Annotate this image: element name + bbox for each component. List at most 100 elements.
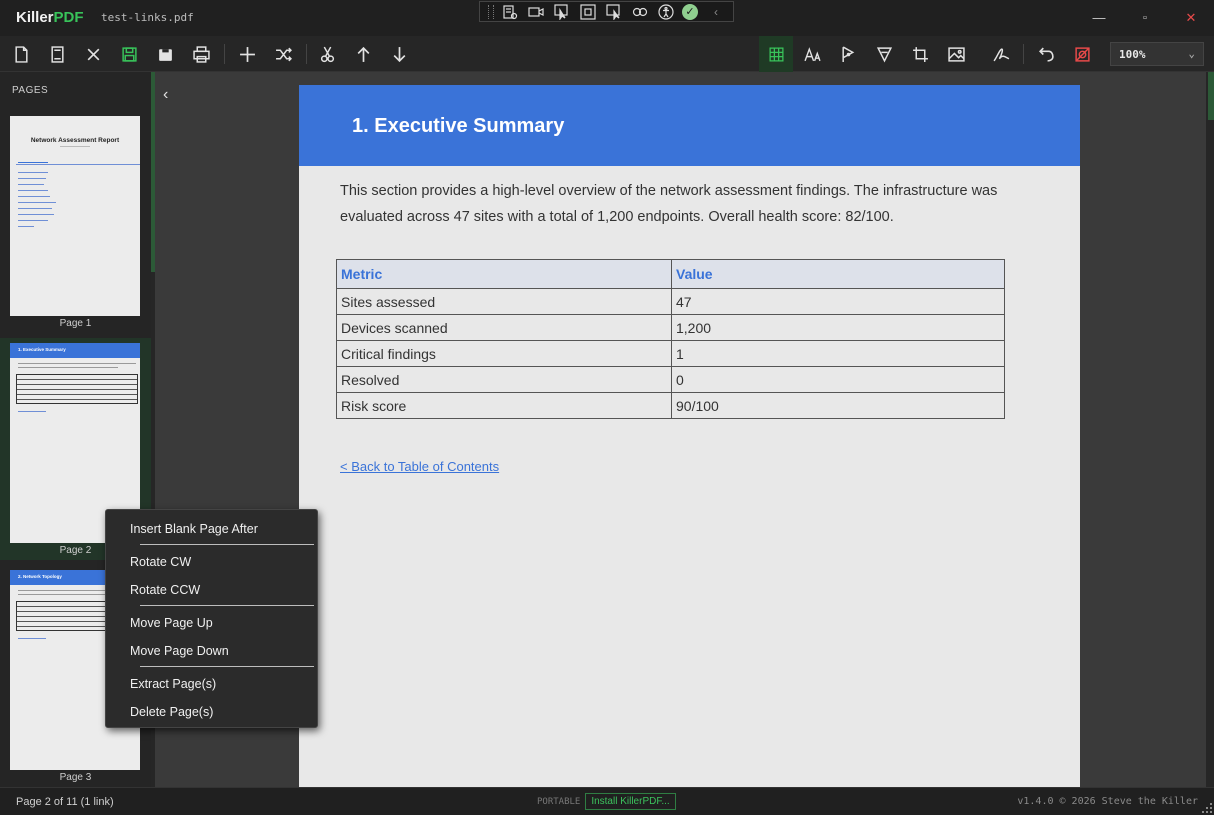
back-to-toc-link[interactable]: < Back to Table of Contents xyxy=(340,459,499,474)
collapse-sidebar-chevron-icon[interactable]: ‹ xyxy=(163,86,168,104)
select-text-mode-icon[interactable] xyxy=(500,3,520,21)
thumb-link xyxy=(18,411,46,412)
thumb-toc-line xyxy=(18,226,34,227)
status-bar: Page 2 of 11 (1 link) PORTABLE Install K… xyxy=(0,787,1214,815)
table-header: Value xyxy=(671,259,1005,289)
table-row: Critical findings 1 xyxy=(336,340,1005,367)
image-icon[interactable] xyxy=(943,41,969,67)
toolbar-divider xyxy=(224,44,225,64)
table-cell: Risk score xyxy=(336,392,672,419)
menu-separator xyxy=(140,544,314,545)
page-heading: 1. Executive Summary xyxy=(352,115,565,137)
thumb-divider xyxy=(16,164,140,165)
table-cell: Critical findings xyxy=(336,340,672,367)
menu-item-delete-pages[interactable]: Delete Page(s) xyxy=(130,705,213,719)
video-mode-icon[interactable] xyxy=(526,3,546,21)
menu-item-move-page-down[interactable]: Move Page Down xyxy=(130,644,229,658)
thumb-toc-line xyxy=(18,202,56,203)
menu-separator xyxy=(140,666,314,667)
zoom-select[interactable]: 100% ⌄ xyxy=(1110,42,1204,66)
table-row: Sites assessed 47 xyxy=(336,288,1005,315)
crop-icon[interactable] xyxy=(907,41,933,67)
table-cell: 47 xyxy=(671,288,1005,315)
table-header-row: Metric Value xyxy=(336,259,1005,289)
metrics-table: Metric Value Sites assessed 47 Devices s… xyxy=(336,259,1005,419)
snapshot-icon[interactable] xyxy=(604,3,624,21)
check-circle-icon[interactable]: ✓ xyxy=(682,3,698,20)
thumb-title: Network Assessment Report xyxy=(30,137,120,144)
open-icon[interactable] xyxy=(44,41,70,67)
menu-item-move-page-up[interactable]: Move Page Up xyxy=(130,616,213,630)
canvas-scrollbar[interactable] xyxy=(1208,72,1214,120)
thumb-toc-line xyxy=(18,208,52,209)
accessibility-icon[interactable] xyxy=(656,3,676,21)
maximize-button[interactable]: ▫ xyxy=(1135,8,1155,28)
thumb-text-line xyxy=(18,363,136,364)
table-cell: Resolved xyxy=(336,366,672,393)
shuffle-icon[interactable] xyxy=(270,41,296,67)
pointer-mode-icon[interactable] xyxy=(552,3,572,21)
thumb-table xyxy=(16,374,138,404)
menu-item-extract-pages[interactable]: Extract Page(s) xyxy=(130,677,216,691)
redact-icon[interactable] xyxy=(1069,41,1095,67)
file-name: test-links.pdf xyxy=(101,11,194,24)
page-label-1: Page 1 xyxy=(59,318,92,329)
page-thumbnail-1[interactable]: Network Assessment Report xyxy=(10,116,140,316)
move-up-icon[interactable] xyxy=(350,41,376,67)
main-toolbar xyxy=(0,36,1214,72)
add-icon[interactable] xyxy=(234,41,260,67)
undo-icon[interactable] xyxy=(1033,41,1059,67)
app-logo: KillerPDF xyxy=(16,9,84,26)
table-cell: 1 xyxy=(671,340,1005,367)
print-icon[interactable] xyxy=(188,41,214,67)
text-icon[interactable] xyxy=(799,41,825,67)
shape-icon[interactable] xyxy=(835,41,861,67)
table-cell: 0 xyxy=(671,366,1005,393)
close-window-button[interactable]: ✕ xyxy=(1181,8,1201,28)
install-button[interactable]: Install KillerPDF... xyxy=(585,793,676,810)
new-page-icon[interactable] xyxy=(8,41,34,67)
page-header-band: 1. Executive Summary xyxy=(299,85,1080,166)
pdf-page: 1. Executive Summary This section provid… xyxy=(299,85,1080,787)
drag-handle-icon[interactable] xyxy=(488,4,494,19)
menu-item-rotate-cw[interactable]: Rotate CW xyxy=(130,555,191,569)
save-icon[interactable] xyxy=(116,41,142,67)
close-file-icon[interactable] xyxy=(80,41,106,67)
table-header: Metric xyxy=(336,259,672,289)
menu-separator xyxy=(140,605,314,606)
move-down-icon[interactable] xyxy=(386,41,412,67)
grid-icon[interactable] xyxy=(759,36,793,72)
toolbar-divider xyxy=(306,44,307,64)
thumb-toc-line xyxy=(18,190,48,191)
thumb-toc-line xyxy=(18,172,48,173)
page-count-status: Page 2 of 11 (1 link) xyxy=(16,796,114,808)
table-cell: 90/100 xyxy=(671,392,1005,419)
table-row: Risk score 90/100 xyxy=(336,392,1005,419)
thumb-toc-line xyxy=(18,196,50,197)
thumb-text-line xyxy=(18,594,118,595)
page-label-3: Page 3 xyxy=(59,772,92,783)
minimize-button[interactable]: — xyxy=(1089,8,1109,28)
thumb-toc-line xyxy=(18,178,46,179)
table-row: Resolved 0 xyxy=(336,366,1005,393)
resize-grip-icon[interactable] xyxy=(1202,803,1212,813)
menu-item-insert-blank-page[interactable]: Insert Blank Page After xyxy=(130,522,258,536)
area-select-icon[interactable] xyxy=(578,3,598,21)
thumb-subtitle-line xyxy=(60,146,90,147)
table-cell: 1,200 xyxy=(671,314,1005,341)
table-row: Devices scanned 1,200 xyxy=(336,314,1005,341)
chevron-left-icon[interactable]: ‹ xyxy=(706,3,726,21)
sidebar-title: PAGES xyxy=(12,85,49,96)
sign-icon[interactable] xyxy=(988,41,1014,67)
save-as-icon[interactable] xyxy=(152,41,178,67)
highlight-icon[interactable] xyxy=(871,41,897,67)
page-paragraph: This section provides a high-level overv… xyxy=(340,183,998,225)
table-cell: Sites assessed xyxy=(336,288,672,315)
thumb-link xyxy=(18,638,46,639)
menu-item-rotate-ccw[interactable]: Rotate CCW xyxy=(130,583,200,597)
link-mode-icon[interactable] xyxy=(630,3,650,21)
thumb-toc-line xyxy=(18,220,48,221)
thumb-title: 2. Network Topology xyxy=(18,574,62,579)
mode-toolbar: ✓ ‹ xyxy=(479,1,734,22)
cut-icon[interactable] xyxy=(314,41,340,67)
